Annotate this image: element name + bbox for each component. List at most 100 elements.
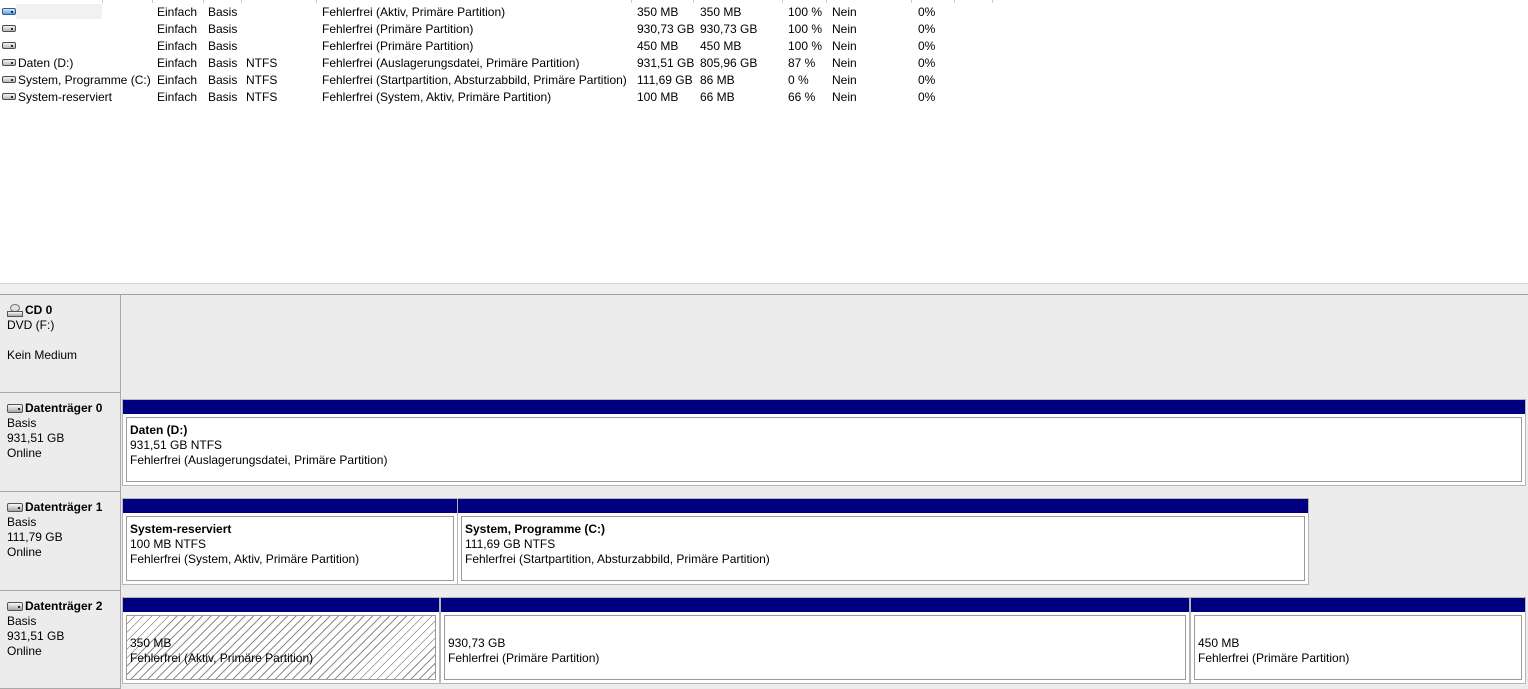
volume-status: Fehlerfrei (System, Aktiv, Primäre Parti… — [322, 90, 552, 104]
partition-name: System, Programme (C:) — [465, 522, 606, 536]
volume-row[interactable]: Einfach Basis Fehlerfrei (Primäre Partitio… — [0, 37, 1000, 54]
disk-label[interactable]: Datenträger 1 Basis 111,79 GB Online — [0, 492, 121, 591]
partition-block[interactable]: 930,73 GB Fehlerfrei (Primäre Partition) — [440, 597, 1190, 684]
volume-row[interactable]: System, Programme (C:) Einfach Basis NTFS Fe… — [0, 71, 1000, 88]
volume-free-pct: 87 % — [788, 56, 816, 70]
disk-title-text: Datenträger 0 — [25, 401, 103, 415]
disk-row: Datenträger 2 Basis 931,51 GB Online 350 MB F… — [0, 591, 1528, 689]
volume-free: 350 MB — [700, 5, 742, 19]
disk-icon — [7, 404, 23, 413]
disk-partition-area: System-reserviert 100 MB NTFS Fehlerfrei (… — [122, 492, 1528, 591]
volume-overhead: 0% — [918, 5, 936, 19]
volume-icon — [2, 25, 16, 32]
volume-status: Fehlerfrei (Aktiv, Primäre Partition) — [322, 5, 506, 19]
partition-name-spacer — [448, 621, 1185, 636]
volume-capacity: 931,51 GB — [637, 56, 695, 70]
volume-fault-tolerance: Nein — [832, 22, 857, 36]
volume-icon — [2, 76, 16, 83]
partition-header-bar — [123, 598, 439, 612]
disk-icon — [7, 602, 23, 611]
disk-title-text: CD 0 — [25, 303, 53, 317]
disk-info-line: Kein Medium — [7, 348, 78, 362]
volume-blue-icon — [2, 8, 16, 15]
partition-status: Fehlerfrei (Startpartition, Absturzabbil… — [465, 552, 770, 566]
volume-type: Basis — [208, 22, 238, 36]
partition-name-spacer — [130, 621, 435, 636]
disk-info-line — [7, 333, 120, 348]
partition-status: Fehlerfrei (System, Aktiv, Primäre Parti… — [130, 552, 360, 566]
partition-body[interactable]: System-reserviert 100 MB NTFS Fehlerfrei (… — [126, 516, 454, 581]
volume-free: 66 MB — [700, 90, 735, 104]
disk-title: Datenträger 0 — [7, 401, 120, 416]
disk-info-line: Online — [7, 545, 42, 559]
volume-fs: NTFS — [246, 73, 278, 87]
volume-layout: Einfach — [157, 5, 198, 19]
partition-block[interactable]: System, Programme (C:) 111,69 GB NTFS Fehl… — [457, 498, 1309, 585]
disk-label[interactable]: Datenträger 0 Basis 931,51 GB Online — [0, 393, 121, 492]
volume-capacity: 350 MB — [637, 5, 679, 19]
volume-row[interactable]: Einfach Basis Fehlerfrei (Aktiv, Primäre P… — [0, 3, 1000, 20]
volume-capacity: 111,69 GB — [637, 73, 693, 87]
volume-name-focus — [16, 4, 102, 19]
volume-free-pct: 100 % — [788, 39, 823, 53]
disk-info-line: Basis — [7, 416, 37, 430]
pane-splitter[interactable] — [0, 283, 1528, 295]
volume-row[interactable]: Einfach Basis Fehlerfrei (Primäre Partitio… — [0, 20, 1000, 37]
partition-size: 931,51 GB NTFS — [130, 438, 223, 452]
partition-size: 450 MB — [1198, 636, 1240, 650]
volume-row[interactable]: Daten (D:) Einfach Basis NTFS Fehlerfrei (Au… — [0, 54, 1000, 71]
volume-name: System, Programme (C:) — [18, 73, 151, 87]
partition-block[interactable]: Daten (D:) 931,51 GB NTFS Fehlerfrei (Ausl… — [122, 399, 1526, 486]
disk-row: Datenträger 0 Basis 931,51 GB Online Daten (… — [0, 393, 1528, 492]
volume-type: Basis — [208, 90, 238, 104]
volume-fault-tolerance: Nein — [832, 5, 857, 19]
volume-fault-tolerance: Nein — [832, 39, 857, 53]
partition-header-bar — [1191, 598, 1525, 612]
disk-label[interactable]: Datenträger 2 Basis 931,51 GB Online — [0, 591, 121, 689]
volume-type: Basis — [208, 39, 238, 53]
volume-capacity: 450 MB — [637, 39, 679, 53]
partition-status: Fehlerfrei (Aktiv, Primäre Partition) — [130, 651, 314, 665]
partition-body[interactable]: 350 MB Fehlerfrei (Aktiv, Primäre Partiti… — [126, 615, 436, 680]
disk-partition-area — [122, 295, 1528, 393]
volume-status: Fehlerfrei (Startpartition, Absturzabbil… — [322, 73, 627, 87]
volume-row[interactable]: System-reserviert Einfach Basis NTFS Fehlerf… — [0, 88, 1000, 105]
disk-info-line: DVD (F:) — [7, 318, 55, 332]
volume-list: Einfach Basis Fehlerfrei (Aktiv, Primäre P… — [0, 0, 1528, 283]
partition-header-bar — [441, 598, 1189, 612]
partition-status: Fehlerfrei (Primäre Partition) — [1198, 651, 1350, 665]
partition-name: Daten (D:) — [130, 423, 188, 437]
partition-body[interactable]: 450 MB Fehlerfrei (Primäre Partition) — [1194, 615, 1522, 680]
volume-fs: NTFS — [246, 56, 278, 70]
volume-name: System-reserviert — [18, 90, 113, 104]
partition-block[interactable]: 350 MB Fehlerfrei (Aktiv, Primäre Partiti… — [122, 597, 440, 684]
volume-icon — [2, 42, 16, 49]
partition-body[interactable]: 930,73 GB Fehlerfrei (Primäre Partition) — [444, 615, 1186, 680]
partition-block[interactable]: System-reserviert 100 MB NTFS Fehlerfrei (… — [122, 498, 458, 585]
disk-partition-area: 350 MB Fehlerfrei (Aktiv, Primäre Partiti… — [122, 591, 1528, 689]
partition-body[interactable]: Daten (D:) 931,51 GB NTFS Fehlerfrei (Ausl… — [126, 417, 1522, 482]
volume-overhead: 0% — [918, 56, 936, 70]
disk-title: Datenträger 2 — [7, 599, 120, 614]
volume-capacity: 100 MB — [637, 90, 679, 104]
volume-fault-tolerance: Nein — [832, 90, 857, 104]
partition-body[interactable]: System, Programme (C:) 111,69 GB NTFS Fehl… — [461, 516, 1305, 581]
partition-size: 930,73 GB — [448, 636, 506, 650]
volume-free-pct: 66 % — [788, 90, 816, 104]
partition-block[interactable]: 450 MB Fehlerfrei (Primäre Partition) — [1190, 597, 1526, 684]
volume-layout: Einfach — [157, 39, 198, 53]
partition-header-bar — [123, 400, 1525, 414]
disk-partition-area: Daten (D:) 931,51 GB NTFS Fehlerfrei (Ausl… — [122, 393, 1528, 492]
volume-layout: Einfach — [157, 22, 198, 36]
disk-row: CD 0 DVD (F:) Kein Medium — [0, 295, 1528, 393]
disk-info-line: Basis — [7, 614, 37, 628]
disk-info-line: 111,79 GB — [7, 530, 63, 544]
disk-label[interactable]: CD 0 DVD (F:) Kein Medium — [0, 295, 121, 393]
volume-type: Basis — [208, 56, 238, 70]
disk-title: Datenträger 1 — [7, 500, 120, 515]
disk-info-line: Online — [7, 644, 42, 658]
partition-status: Fehlerfrei (Auslagerungsdatei, Primäre P… — [130, 453, 388, 467]
disk-icon — [7, 503, 23, 512]
volume-free: 450 MB — [700, 39, 742, 53]
volume-layout: Einfach — [157, 73, 198, 87]
